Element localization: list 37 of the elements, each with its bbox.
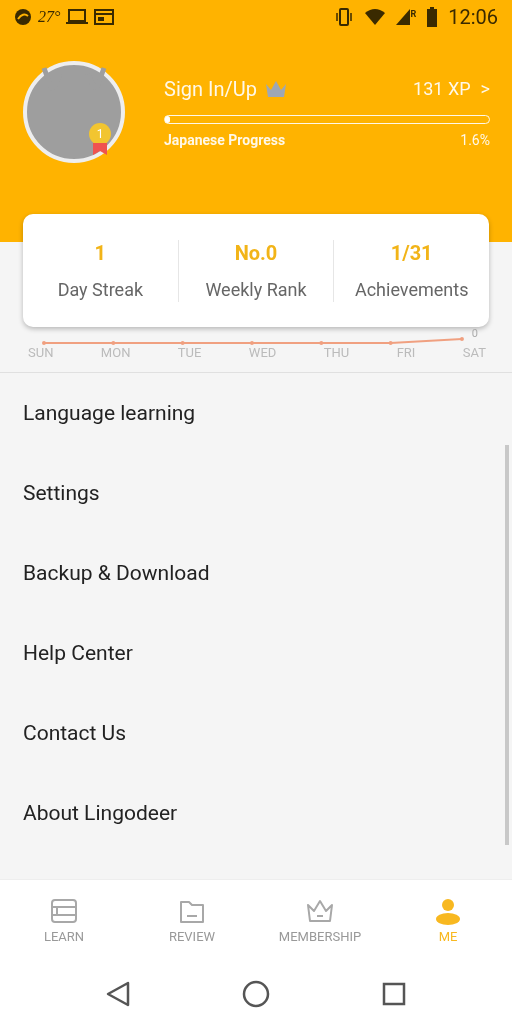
day-label: SAT xyxy=(462,345,486,360)
stat-value: 1/31 xyxy=(390,241,433,265)
stat-value: 1 xyxy=(94,241,107,265)
progress-label: Japanese Progress xyxy=(164,131,286,148)
signal-icon xyxy=(396,9,411,25)
temperature-text: 27° xyxy=(38,8,61,26)
stat-value: No.0 xyxy=(234,241,278,265)
day-label: FRI xyxy=(396,345,416,360)
stat-label: Day Streak xyxy=(57,279,144,300)
crown-icon xyxy=(264,79,287,98)
back-icon[interactable] xyxy=(106,981,130,1007)
day-label: TUE xyxy=(177,345,202,360)
day-label: WED xyxy=(248,345,277,360)
menu-item[interactable]: About Lingodeer xyxy=(0,799,512,879)
progress-percent: 1.6% xyxy=(460,131,490,148)
clock-time: 12:06 xyxy=(448,5,498,29)
battery-icon xyxy=(426,7,439,27)
roaming-text: R xyxy=(410,9,417,19)
menu-item[interactable]: Help Center xyxy=(0,639,512,719)
menu-item[interactable]: Backup & Download xyxy=(0,559,512,639)
day-label: MON xyxy=(100,345,131,360)
window-icon xyxy=(94,9,115,25)
laptop-icon xyxy=(66,9,89,25)
vibrate-icon xyxy=(334,8,355,26)
person-icon xyxy=(433,896,463,927)
menu-item[interactable]: Contact Us xyxy=(0,719,512,799)
recents-icon[interactable] xyxy=(382,982,406,1006)
menu-item[interactable]: Settings xyxy=(0,479,512,559)
wifi-icon xyxy=(364,8,387,26)
day-label: SUN xyxy=(28,345,54,360)
stat-label: Weekly Rank xyxy=(205,279,307,300)
chart-value-label: 0 xyxy=(471,327,478,340)
home-icon[interactable] xyxy=(242,980,270,1008)
weather-icon xyxy=(14,8,32,26)
stat-label: Achievements xyxy=(354,279,469,300)
day-label: THU xyxy=(323,345,350,360)
menu-item[interactable]: Language learning xyxy=(0,399,512,479)
